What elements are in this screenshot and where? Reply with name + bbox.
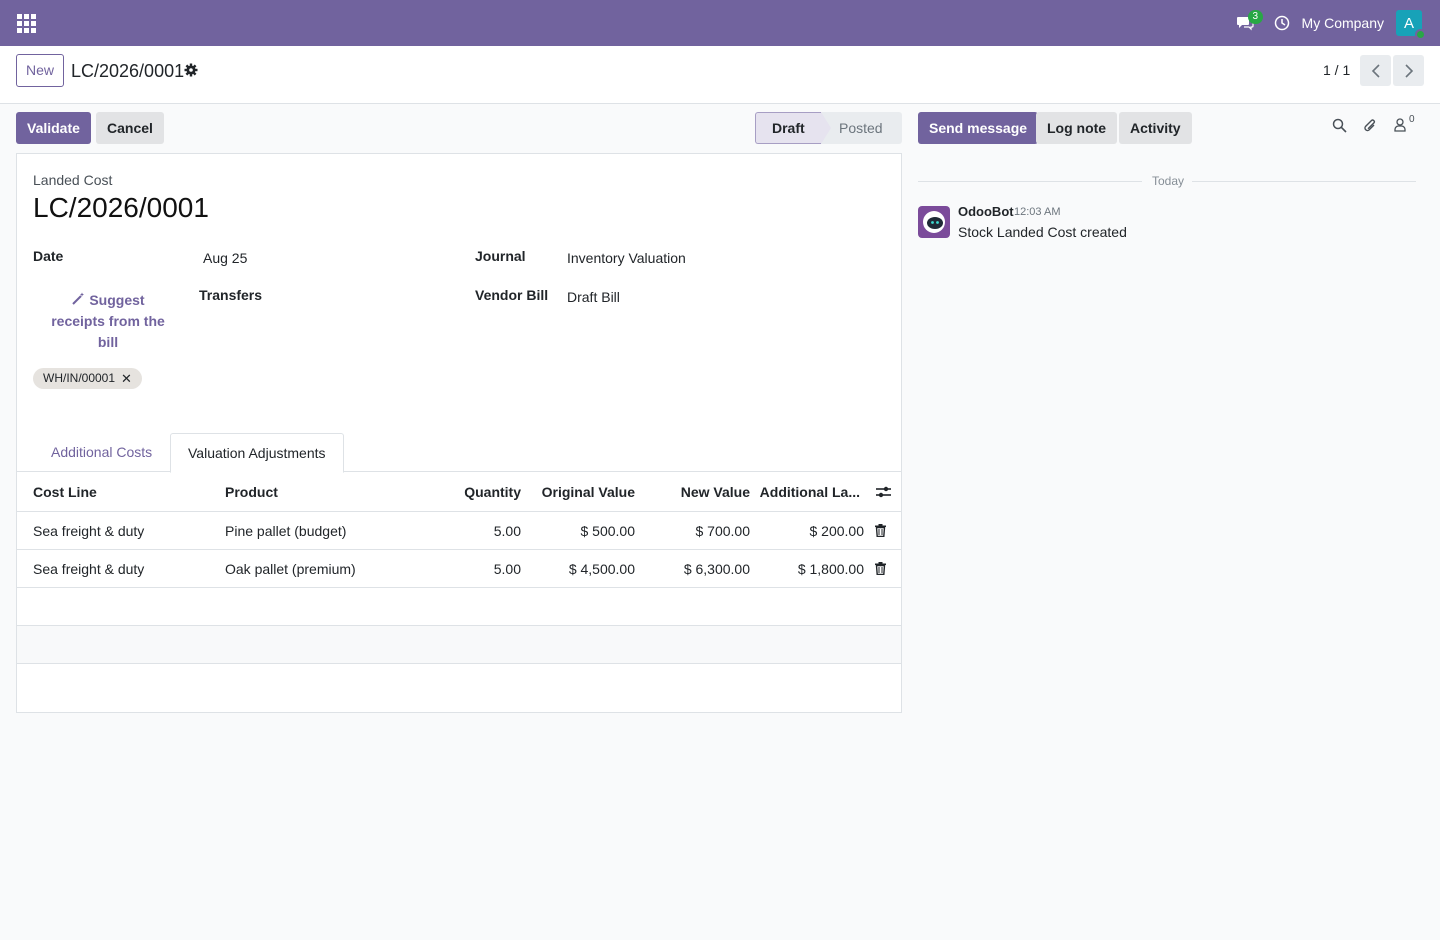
gear-icon[interactable] xyxy=(184,63,198,77)
cell-quantity: 5.00 xyxy=(493,561,521,577)
cell-quantity: 5.00 xyxy=(493,523,521,539)
status-draft[interactable]: Draft xyxy=(755,112,831,144)
followers-button[interactable]: 0 xyxy=(1394,114,1415,135)
date-separator-line xyxy=(1192,181,1416,182)
user-avatar[interactable]: A xyxy=(1396,10,1426,40)
magic-wand-icon xyxy=(72,292,85,305)
empty-table-row xyxy=(17,626,901,664)
chevron-left-icon xyxy=(1371,63,1380,78)
date-label: Date xyxy=(33,248,64,264)
record-type-label: Landed Cost xyxy=(33,172,113,188)
cell-new-value: $ 700.00 xyxy=(695,523,751,539)
cell-cost-line: Sea freight & duty xyxy=(33,523,145,539)
transfer-tag: WH/IN/00001 ✕ xyxy=(33,368,142,389)
cell-cost-line: Sea freight & duty xyxy=(33,561,145,577)
date-separator-line xyxy=(918,181,1142,182)
navbar-systray: 3 My Company A xyxy=(1228,0,1440,46)
cell-additional-cost: $ 200.00 xyxy=(809,523,865,539)
message-author[interactable]: OdooBot xyxy=(958,204,1014,219)
table-row[interactable]: Sea freight & duty Oak pallet (premium) … xyxy=(17,550,901,588)
online-status-dot xyxy=(1415,29,1426,40)
valuation-adjustments-table: Cost Line Product Quantity Original Valu… xyxy=(17,472,901,664)
avatar-letter: A xyxy=(1403,14,1414,32)
trash-icon[interactable] xyxy=(875,562,886,575)
cell-additional-cost: $ 1,800.00 xyxy=(797,561,864,577)
suggest-receipts-button[interactable]: Suggest receipts from the bill xyxy=(43,290,173,353)
messaging-menu-button[interactable]: 3 xyxy=(1228,0,1264,46)
clock-icon xyxy=(1274,15,1289,31)
company-switcher[interactable]: My Company xyxy=(1302,15,1384,31)
status-bar: Draft Posted xyxy=(755,112,902,144)
optional-columns-icon[interactable] xyxy=(876,485,891,499)
column-header-product[interactable]: Product xyxy=(225,472,278,512)
cell-product: Pine pallet (budget) xyxy=(225,523,347,539)
cell-original-value: $ 500.00 xyxy=(580,523,636,539)
log-note-button[interactable]: Log note xyxy=(1036,112,1118,144)
message-count-badge: 3 xyxy=(1247,10,1264,24)
vendor-bill-field[interactable]: Draft Bill xyxy=(567,289,620,305)
table-header-row: Cost Line Product Quantity Original Valu… xyxy=(17,472,901,512)
transfer-tag-label: WH/IN/00001 xyxy=(43,371,116,385)
journal-field[interactable]: Inventory Valuation xyxy=(567,250,686,266)
top-navbar: 3 My Company A xyxy=(0,0,1440,46)
message-body: Stock Landed Cost created xyxy=(958,224,1127,240)
activity-button[interactable]: Activity xyxy=(1119,112,1192,144)
transfers-label: Transfers xyxy=(199,287,263,303)
validate-button[interactable]: Validate xyxy=(16,112,91,144)
suggest-receipts-label: Suggest receipts from the bill xyxy=(51,292,165,350)
column-header-new-value[interactable]: New Value xyxy=(635,472,750,512)
record-name: LC/2026/0001 xyxy=(33,192,209,223)
column-header-quantity[interactable]: Quantity xyxy=(437,472,521,512)
odoobot-avatar[interactable] xyxy=(918,206,950,238)
journal-label: Journal xyxy=(475,248,526,264)
search-icon[interactable] xyxy=(1332,118,1347,133)
pager-previous-button[interactable] xyxy=(1360,55,1391,86)
column-header-original-value[interactable]: Original Value xyxy=(521,472,635,512)
table-row[interactable]: Sea freight & duty Pine pallet (budget) … xyxy=(17,512,901,550)
activity-menu-button[interactable] xyxy=(1266,0,1298,46)
vendor-bill-label: Vendor Bill xyxy=(475,287,549,303)
user-icon xyxy=(1394,118,1406,132)
apps-grid-icon[interactable] xyxy=(14,11,38,35)
send-message-button[interactable]: Send message xyxy=(918,112,1039,144)
status-posted[interactable]: Posted xyxy=(821,112,902,144)
breadcrumb-title: LC/2026/0001 xyxy=(71,61,185,81)
chevron-right-icon xyxy=(1404,63,1413,78)
pager-value[interactable]: 1 / 1 xyxy=(1323,62,1350,78)
message-time: 12:03 AM xyxy=(1014,206,1061,218)
date-separator: Today xyxy=(1148,174,1189,188)
notebook-tabs: Additional Costs Valuation Adjustments xyxy=(17,433,901,473)
paperclip-icon[interactable] xyxy=(1363,118,1377,134)
pager-next-button[interactable] xyxy=(1393,55,1424,86)
date-field[interactable]: Aug 25 xyxy=(203,250,247,266)
cell-original-value: $ 4,500.00 xyxy=(568,561,635,577)
cell-product: Oak pallet (premium) xyxy=(225,561,356,577)
form-sheet: Landed Cost LC/2026/0001 Date Aug 25 Jou… xyxy=(16,153,902,713)
tab-valuation-adjustments[interactable]: Valuation Adjustments xyxy=(170,433,344,473)
cell-new-value: $ 6,300.00 xyxy=(683,561,750,577)
cancel-button[interactable]: Cancel xyxy=(96,112,164,144)
remove-tag-icon[interactable]: ✕ xyxy=(121,368,132,389)
follower-count: 0 xyxy=(1409,114,1415,125)
control-panel: New LC/2026/0001 1 / 1 xyxy=(0,46,1440,104)
trash-icon[interactable] xyxy=(875,524,886,537)
column-header-cost-line[interactable]: Cost Line xyxy=(33,472,97,512)
tab-additional-costs[interactable]: Additional Costs xyxy=(34,433,169,472)
column-header-additional-landed-cost[interactable]: Additional La... xyxy=(750,472,860,512)
robot-icon xyxy=(923,211,945,233)
new-button[interactable]: New xyxy=(16,54,65,87)
empty-table-row xyxy=(17,588,901,626)
